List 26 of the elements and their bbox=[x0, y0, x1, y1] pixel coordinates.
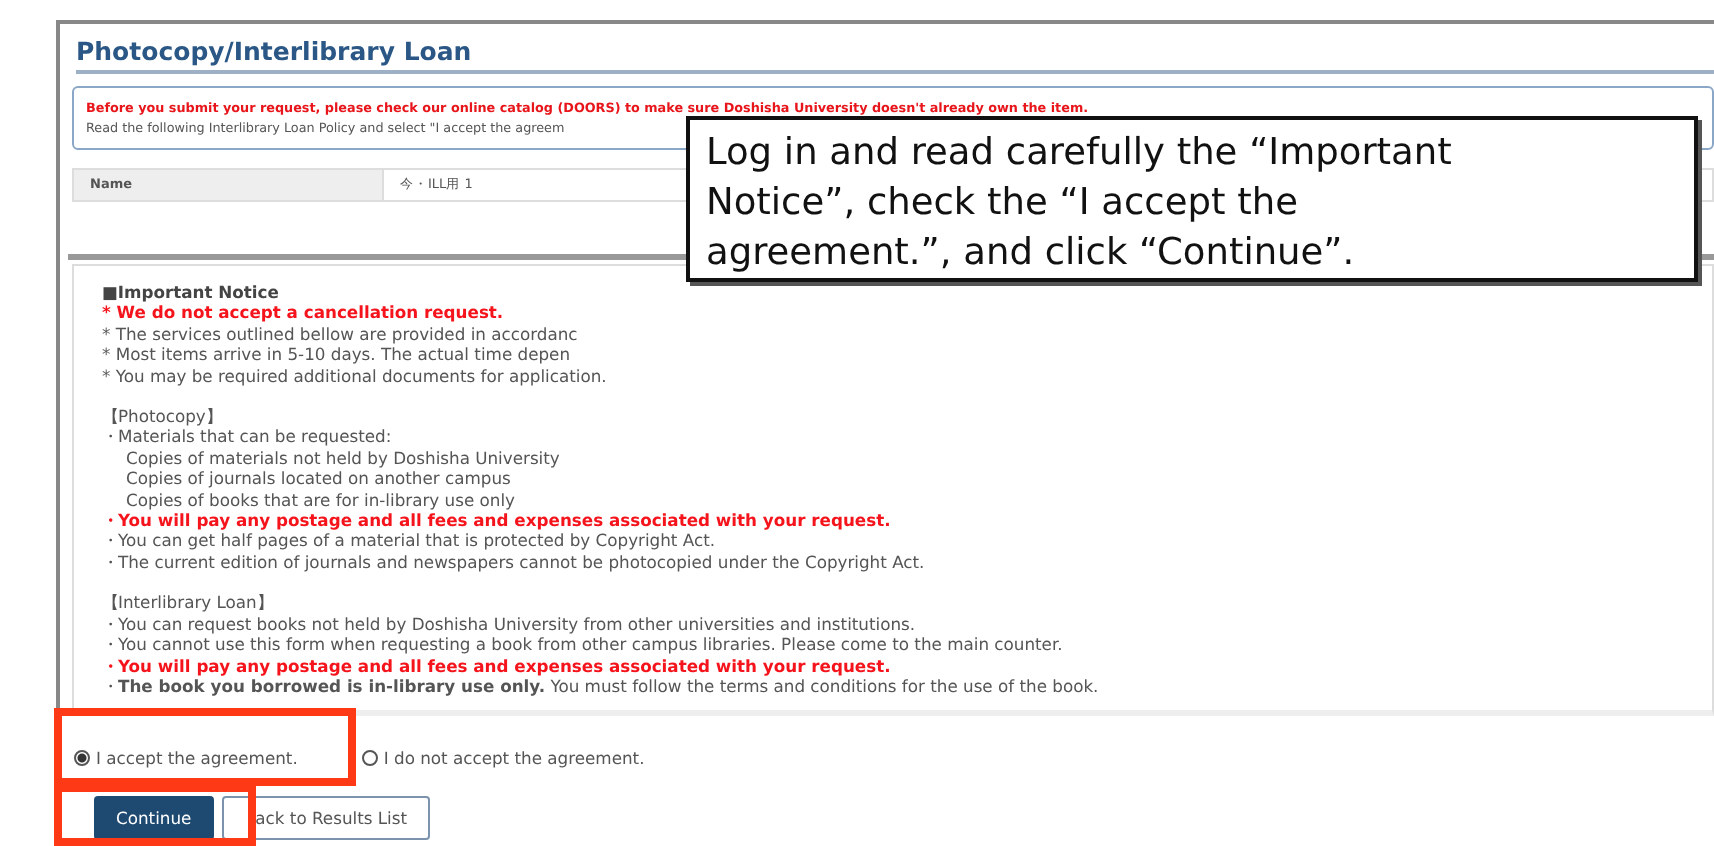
notice-line: ・The current edition of journals and newspapers cannot be photocopied under the Copyright Act. bbox=[102, 551, 927, 573]
back-button[interactable]: ack to Results List bbox=[221, 796, 430, 841]
notice-line: Copies of materials not held by Doshisha University bbox=[124, 447, 562, 469]
notice-line: * Most items arrive in 5-10 days. The actual time depen bbox=[102, 344, 573, 366]
agreement-option[interactable]: I do not accept the agreement. bbox=[361, 748, 645, 769]
notice-line: Copies of books that are for in-library use only bbox=[124, 489, 517, 511]
instruction-callout: Log in and read carefully the “Important Notice”, check the “I accept the agreement.”, and click “Continue”. bbox=[686, 116, 1698, 282]
notice-line: ・You will pay any postage and all fees and expenses associated with your request. bbox=[102, 510, 893, 531]
radio-button[interactable] bbox=[361, 750, 378, 767]
notice-line: * We do not accept a cancellation request. bbox=[102, 302, 506, 324]
notice-line: ・You can get half pages of a material that is protected by Copyright Act. bbox=[102, 530, 718, 552]
notice-line: ・You cannot use this form when requesting a book from other campus libraries. Please come to the main counter. bbox=[102, 634, 1065, 655]
notice-line: * The services outlined bellow are provided in accordanc bbox=[102, 323, 580, 345]
notice-line: ・You will pay any postage and all fees and expenses associated with your request. bbox=[102, 655, 893, 676]
notice-line: ・You can request books not held by Doshisha University from other universities and institutions. bbox=[102, 613, 918, 635]
radio-button[interactable] bbox=[74, 750, 90, 767]
notice-line: 【Photocopy】 bbox=[102, 406, 224, 427]
notice-line: * You may be required additional documents for application. bbox=[102, 365, 609, 387]
notice-line: 【Interlibrary Loan】 bbox=[102, 592, 275, 614]
notice-heading: ■Important Notice bbox=[102, 282, 281, 303]
page-title: Photocopy/Interlibrary Loan bbox=[76, 36, 1714, 74]
notice-line: Copies of journals located on another campus bbox=[124, 468, 513, 490]
agreement-option[interactable]: I accept the agreement. bbox=[74, 748, 298, 769]
continue-button[interactable]: Continue bbox=[94, 796, 214, 841]
notice-line: ・Materials that can be requested: bbox=[102, 426, 394, 448]
notice-line: ・The book you borrowed is in-library use only. You must follow the terms and conditions for the use of the book. bbox=[102, 675, 1101, 697]
